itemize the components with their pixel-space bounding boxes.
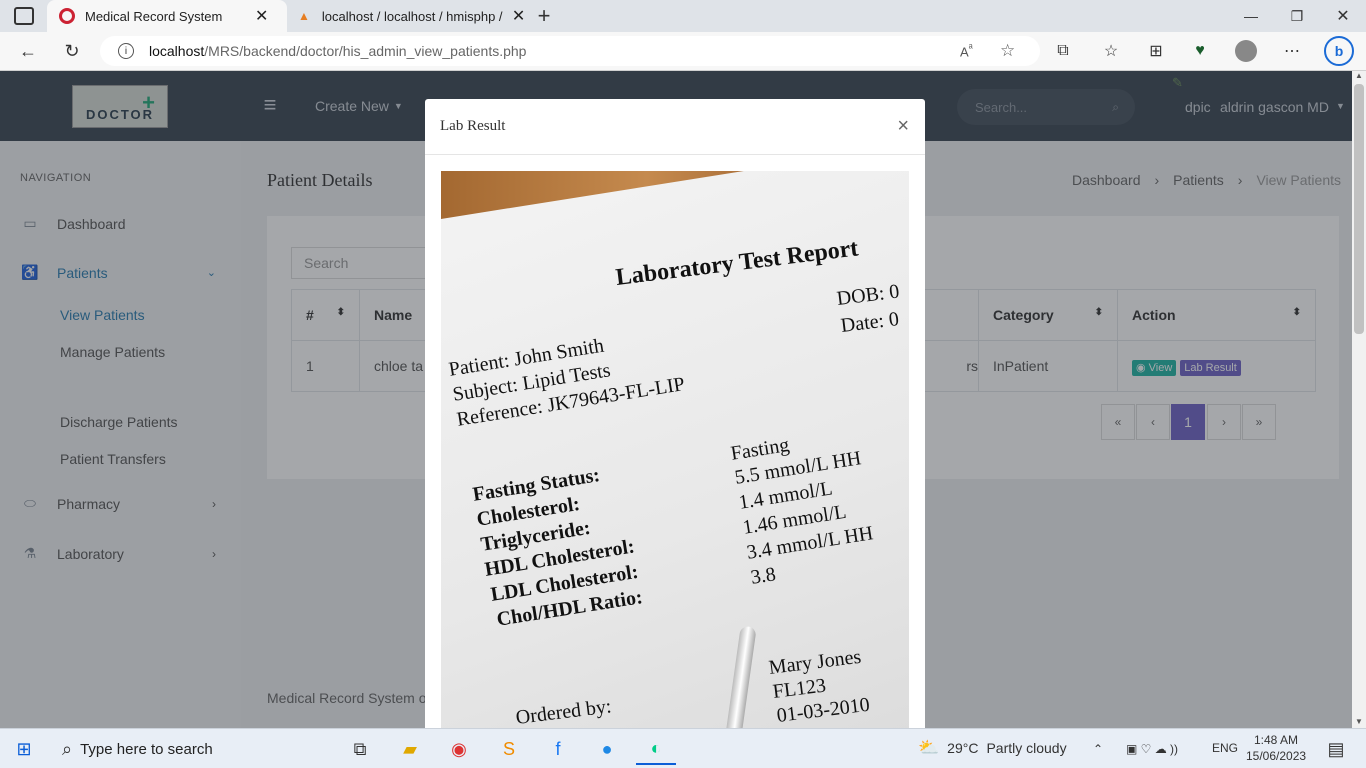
weather-widget[interactable]: ⛅ 29°C Partly cloudy xyxy=(918,738,1067,758)
modal-title: Lab Result xyxy=(440,118,506,134)
report-ordered-by: Ordered by: xyxy=(514,695,613,728)
back-icon[interactable]: ← xyxy=(16,40,40,62)
browser-tab-bar: Medical Record System ✕ ▲ localhost / lo… xyxy=(0,0,1366,32)
profile-avatar-icon[interactable] xyxy=(1235,40,1257,62)
scroll-down-icon: ▼ xyxy=(1355,717,1363,726)
app-elephant-icon[interactable]: ● xyxy=(587,733,627,765)
tab-title: Medical Record System xyxy=(85,8,223,24)
modal-header: Lab Result × xyxy=(425,99,925,155)
restore-icon[interactable]: ❐ xyxy=(1286,4,1308,28)
search-icon: ⌕ xyxy=(62,738,73,759)
windows-start-icon[interactable]: ⊞ xyxy=(4,733,44,765)
task-view-icon[interactable]: ⧉ xyxy=(340,733,380,765)
scroll-up-icon: ▲ xyxy=(1355,71,1363,80)
url-path: /MRS/backend/doctor/his_admin_view_patie… xyxy=(204,43,527,59)
browser-tab-active[interactable]: Medical Record System ✕ xyxy=(47,0,287,32)
favorites-icon[interactable]: ☆ xyxy=(1100,40,1122,62)
facebook-icon[interactable]: f xyxy=(538,733,578,765)
weather-temp: 29°C xyxy=(947,740,979,756)
close-tab-icon[interactable]: ✕ xyxy=(255,6,268,26)
tab-actions-icon[interactable] xyxy=(14,7,34,25)
taskbar-search-placeholder: Type here to search xyxy=(80,740,213,758)
lab-report-image: Laboratory Test Report DOB: 0 Date: 0 Pa… xyxy=(441,171,909,728)
clock[interactable]: 1:48 AM 15/06/2023 xyxy=(1246,732,1306,764)
report-title: Laboratory Test Report xyxy=(614,235,860,291)
tray-icons[interactable]: ▣ ♡ ☁ )) xyxy=(1112,733,1192,765)
site-favicon-icon xyxy=(59,8,75,24)
phpmyadmin-favicon-icon: ▲ xyxy=(298,9,310,23)
pen xyxy=(721,625,757,728)
web-app: DOCTOR + ≡ Create New ▼ Search... ⌕ ✎ dp… xyxy=(0,71,1366,728)
report-date: Date: 0 xyxy=(839,307,901,337)
report-dob: DOB: 0 xyxy=(835,280,901,310)
collections-icon[interactable]: ⊞ xyxy=(1145,40,1167,62)
scroll-thumb xyxy=(1354,84,1364,334)
wood-surface xyxy=(441,171,909,220)
windows-taskbar: ⊞ ⌕ Type here to search ⧉ ▰ ◉ S f ● ◐ ⛅ … xyxy=(0,728,1366,768)
info-icon: i xyxy=(118,43,134,59)
close-window-icon[interactable]: ✕ xyxy=(1332,4,1354,28)
read-aloud-icon[interactable]: Aᵃ xyxy=(960,42,973,59)
favorite-star-icon[interactable]: ☆ xyxy=(1000,41,1015,61)
close-icon[interactable]: × xyxy=(897,115,909,138)
browser-tab[interactable]: ▲ localhost / localhost / hmisphp / ✕ xyxy=(290,0,530,32)
chrome-icon[interactable]: ◉ xyxy=(439,733,479,765)
partly-cloudy-icon: ⛅ xyxy=(918,738,940,757)
lab-result-modal: Lab Result × Laboratory Test Report DOB:… xyxy=(425,99,925,728)
url-host: localhost xyxy=(149,43,205,59)
sublime-text-icon[interactable]: S xyxy=(489,733,529,765)
minimize-icon[interactable]: — xyxy=(1240,4,1262,28)
file-explorer-icon[interactable]: ▰ xyxy=(390,733,430,765)
url-field[interactable]: i localhost/MRS/backend/doctor/his_admin… xyxy=(100,36,1040,66)
tab-title: localhost / localhost / hmisphp / xyxy=(321,8,503,24)
performance-icon[interactable]: ♥ xyxy=(1189,40,1211,62)
extensions-icon[interactable]: ⧉ xyxy=(1052,40,1074,62)
page-scrollbar[interactable]: ▲ ▼ xyxy=(1352,71,1366,728)
notifications-icon[interactable]: ▤ xyxy=(1316,733,1356,765)
weather-desc: Partly cloudy xyxy=(986,740,1067,756)
close-tab-icon[interactable]: ✕ xyxy=(512,6,525,26)
report-value: 3.8 xyxy=(749,563,778,589)
clock-date: 15/06/2023 xyxy=(1246,749,1307,763)
refresh-icon[interactable]: ↻ xyxy=(60,40,84,62)
new-tab-icon[interactable]: + xyxy=(533,3,555,28)
address-bar: ← ↻ i localhost/MRS/backend/doctor/his_a… xyxy=(0,32,1366,71)
language-indicator[interactable]: ENG xyxy=(1212,741,1238,755)
taskbar-search[interactable]: ⌕ Type here to search xyxy=(48,729,338,768)
edge-icon[interactable]: ◐ xyxy=(636,733,676,765)
more-menu-icon[interactable]: ⋯ xyxy=(1281,40,1303,62)
show-hidden-icons-icon[interactable]: ⌃ xyxy=(1088,733,1108,765)
clock-time: 1:48 AM xyxy=(1253,733,1299,747)
bing-chat-icon[interactable]: b xyxy=(1324,36,1354,66)
